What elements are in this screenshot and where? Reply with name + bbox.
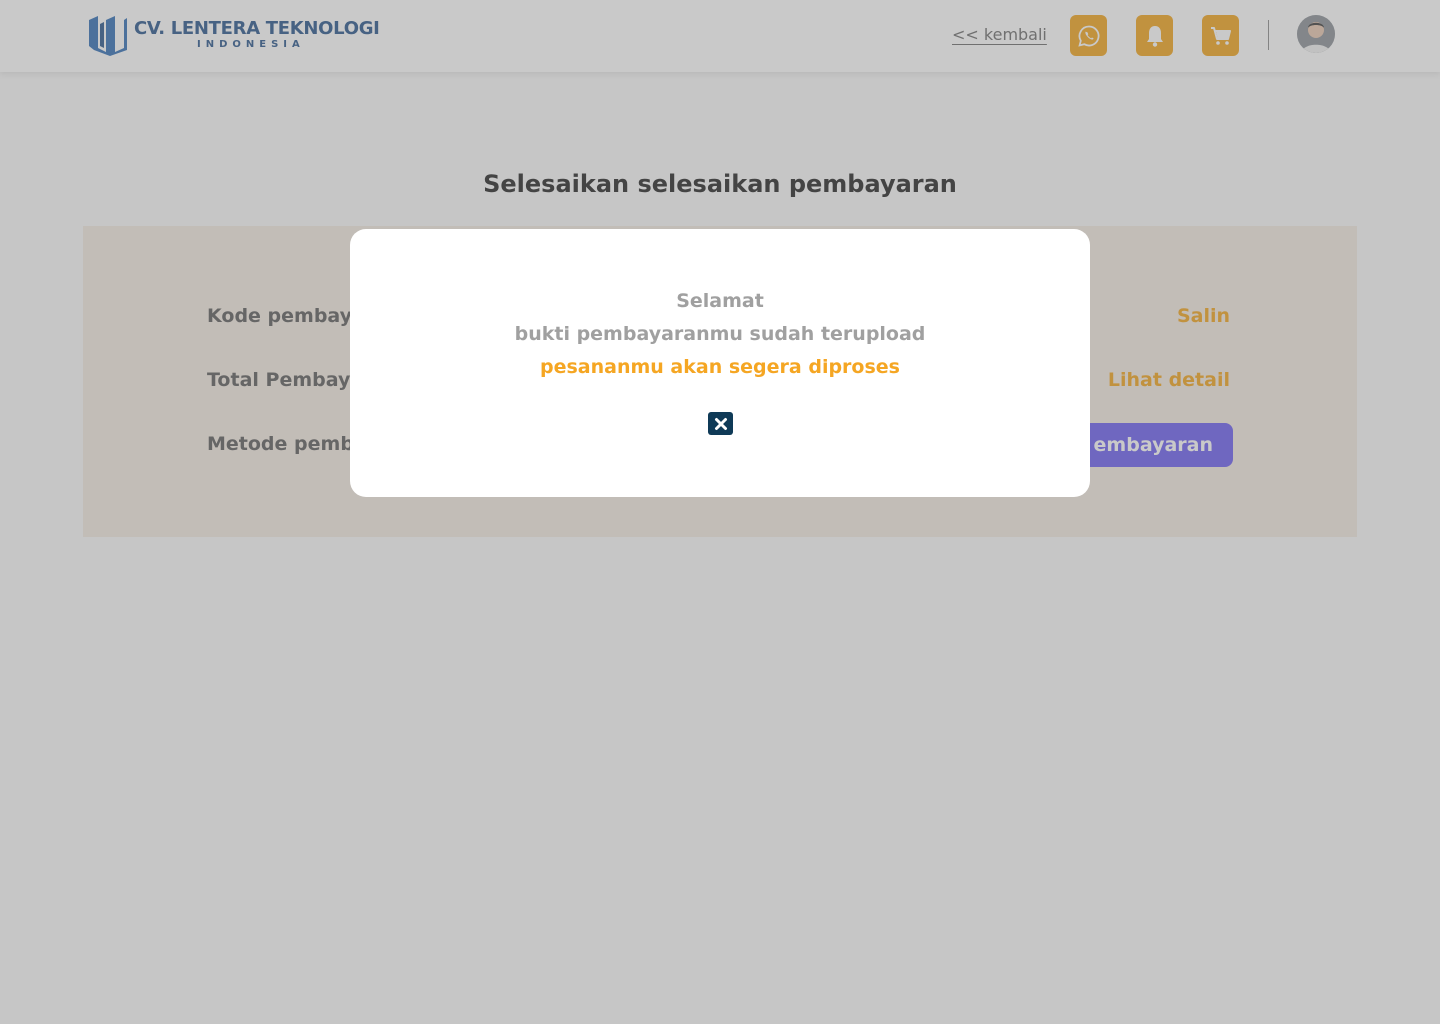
modal-greeting: Selamat: [676, 290, 764, 312]
modal-overlay[interactable]: [0, 0, 1440, 1024]
upload-success-modal: Selamat bukti pembayaranmu sudah teruplo…: [350, 229, 1090, 497]
close-icon: [714, 417, 727, 430]
modal-process-message: pesananmu akan segera diproses: [540, 356, 900, 378]
modal-close-button[interactable]: [708, 412, 733, 435]
modal-upload-message: bukti pembayaranmu sudah terupload: [514, 323, 926, 345]
